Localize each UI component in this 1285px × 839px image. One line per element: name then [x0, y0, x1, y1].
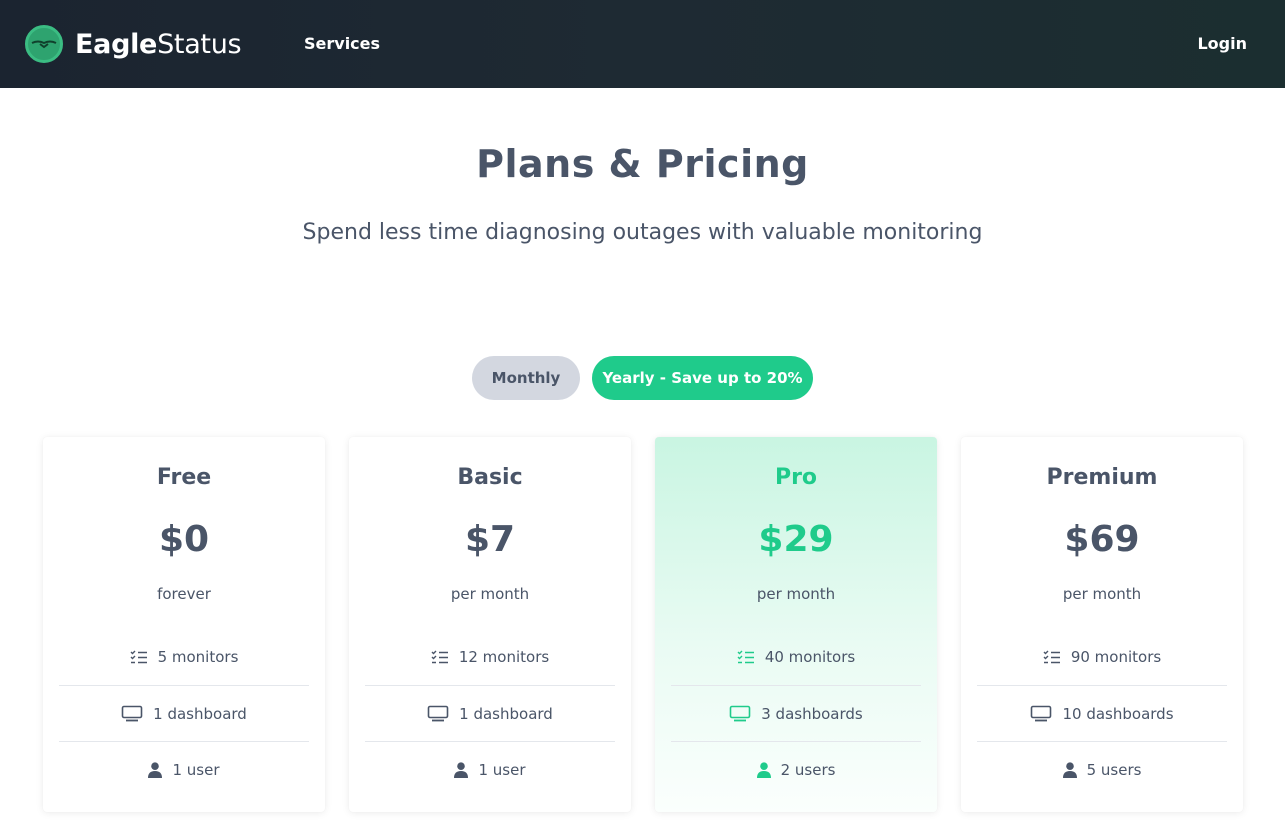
plan-dashboards-text: 1 dashboard — [459, 704, 553, 723]
plan-feature-users: 5 users — [977, 741, 1227, 797]
plan-feature-monitors: 5 monitors — [59, 629, 309, 685]
plan-card-basic: Basic $7 per month 12 monitors 1 dashboa… — [349, 437, 631, 812]
brand-name: EagleStatus — [75, 28, 242, 60]
user-icon — [1062, 761, 1077, 778]
monitor-icon — [121, 705, 143, 722]
plan-monitors-text: 40 monitors — [764, 648, 856, 666]
plan-feature-users: 2 users — [671, 741, 921, 797]
nav-login-link[interactable]: Login — [1197, 34, 1247, 53]
plan-feature-dashboards: 10 dashboards — [977, 685, 1227, 741]
plan-feature-dashboards: 3 dashboards — [671, 685, 921, 741]
page-title: Plans & Pricing — [476, 142, 809, 186]
plan-card-premium: Premium $69 per month 90 monitors 10 das… — [961, 437, 1243, 812]
plan-feature-users: 1 user — [59, 741, 309, 797]
plan-monitors-text: 12 monitors — [458, 648, 550, 666]
plan-feature-dashboards: 1 dashboard — [365, 685, 615, 741]
plan-feature-monitors: 90 monitors — [977, 629, 1227, 685]
plan-users-text: 1 user — [478, 760, 526, 779]
top-navbar: EagleStatus Services Login — [0, 0, 1285, 88]
user-icon — [756, 761, 771, 778]
logo-link[interactable]: EagleStatus — [25, 25, 242, 63]
monitor-icon — [729, 705, 751, 722]
plan-name: Basic — [457, 465, 523, 490]
plan-feature-monitors: 12 monitors — [365, 629, 615, 685]
plan-users-text: 5 users — [1086, 760, 1142, 779]
user-icon — [454, 761, 469, 778]
plan-dashboards-text: 1 dashboard — [153, 704, 247, 723]
plan-monitors-text: 5 monitors — [157, 648, 239, 666]
plan-period: per month — [450, 585, 530, 603]
plan-feature-monitors: 40 monitors — [671, 629, 921, 685]
plan-price: $0 — [158, 519, 210, 560]
checklist-icon — [431, 650, 449, 664]
plan-users-text: 2 users — [780, 760, 836, 779]
checklist-icon — [130, 650, 148, 664]
plan-price: $69 — [1064, 519, 1140, 560]
plan-period: per month — [756, 585, 836, 603]
plan-period: forever — [157, 585, 211, 603]
plan-name: Pro — [774, 465, 818, 490]
nav-services-link[interactable]: Services — [304, 34, 380, 53]
brand-bold: Eagle — [75, 28, 158, 60]
page-subtitle: Spend less time diagnosing outages with … — [302, 220, 983, 245]
yearly-toggle-button[interactable]: Yearly - Save up to 20% — [592, 356, 813, 400]
eagle-logo-icon — [25, 25, 63, 63]
checklist-icon — [737, 650, 755, 664]
plan-card-pro: Pro $29 per month 40 monitors 3 dashboar… — [655, 437, 937, 812]
plan-period: per month — [1062, 585, 1142, 603]
plan-price: $29 — [758, 519, 834, 560]
plan-dashboards-text: 3 dashboards — [761, 704, 863, 723]
plan-name: Premium — [1046, 465, 1158, 490]
plan-card-free: Free $0 forever 5 monitors 1 dashboard 1… — [43, 437, 325, 812]
plan-monitors-text: 90 monitors — [1070, 648, 1162, 666]
plan-price: $7 — [464, 519, 516, 560]
monthly-toggle-button[interactable]: Monthly — [472, 356, 580, 400]
monitor-icon — [1030, 705, 1052, 722]
plan-users-text: 1 user — [172, 760, 220, 779]
checklist-icon — [1043, 650, 1061, 664]
brand-light: Status — [157, 28, 242, 60]
monitor-icon — [427, 705, 449, 722]
user-icon — [148, 761, 163, 778]
plan-feature-dashboards: 1 dashboard — [59, 685, 309, 741]
plan-name: Free — [156, 465, 212, 490]
plan-dashboards-text: 10 dashboards — [1062, 704, 1174, 723]
plan-feature-users: 1 user — [365, 741, 615, 797]
